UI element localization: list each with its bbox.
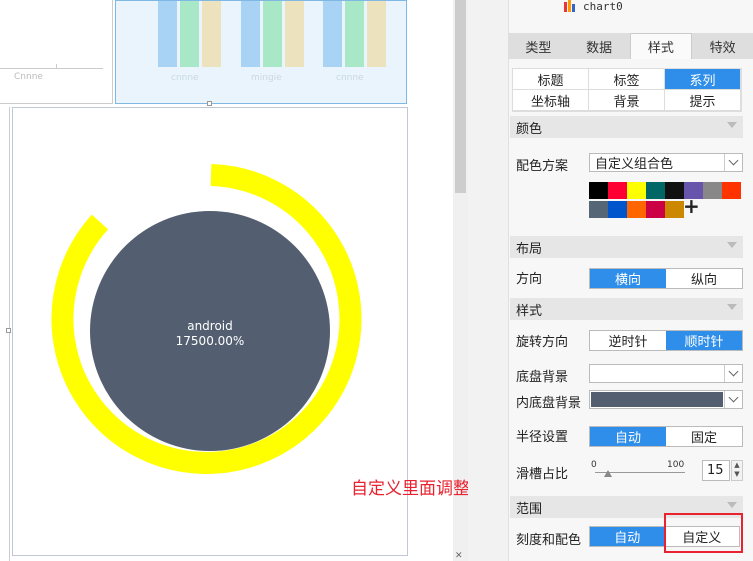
bar-x-label: cnnne: [171, 73, 199, 83]
base-bg-select[interactable]: [589, 364, 743, 383]
gauge-series-name: android: [187, 319, 233, 333]
chevron-down-icon: [727, 122, 737, 128]
left-widget-edge: [0, 107, 10, 561]
radius-fixed-button[interactable]: 固定: [666, 427, 742, 446]
bar: [345, 1, 364, 67]
subtab-series[interactable]: 系列: [665, 69, 741, 90]
scrollbar-thumb[interactable]: [455, 0, 466, 193]
bar-chart-widget[interactable]: cnnne mingie cnnne: [115, 0, 407, 104]
bar: [367, 1, 386, 67]
gauge-label: android 17500.00%: [150, 319, 270, 349]
scroll-arrow-icon[interactable]: ✕: [455, 551, 463, 561]
slider-min-label: 0: [591, 460, 597, 470]
color-swatch[interactable]: [608, 201, 627, 218]
subtab-background[interactable]: 背景: [589, 90, 665, 111]
chevron-down-icon: [724, 391, 742, 408]
color-swatch[interactable]: [665, 201, 684, 218]
chevron-down-icon: [727, 502, 737, 508]
chevron-down-icon: [724, 365, 742, 382]
section-title: 颜色: [516, 121, 543, 137]
tab-type[interactable]: 类型: [508, 33, 569, 59]
inner-bg-color-swatch: [591, 392, 723, 407]
subtab-axis[interactable]: 坐标轴: [513, 90, 589, 111]
bar: [323, 1, 342, 67]
resize-handle[interactable]: [207, 101, 212, 106]
color-swatch[interactable]: [627, 201, 646, 218]
bar: [285, 1, 304, 67]
add-color-icon[interactable]: +: [683, 196, 700, 216]
direction-horizontal-button[interactable]: 横向: [590, 269, 666, 288]
axis-label: Cnnne: [14, 72, 43, 82]
panel-tabs: 类型 数据 样式 特效: [508, 33, 753, 59]
bar: [263, 1, 282, 67]
slider-max-label: 100: [667, 460, 685, 470]
section-layout[interactable]: 布局: [510, 236, 743, 258]
color-swatch[interactable]: [589, 201, 608, 218]
color-swatch[interactable]: [627, 182, 646, 199]
section-style[interactable]: 样式: [510, 298, 743, 320]
chevron-down-icon: [727, 242, 737, 248]
stepper-arrows-icon[interactable]: ▲ ▼: [731, 460, 743, 481]
bar: [158, 1, 177, 67]
annotation-highlight-box: [664, 513, 743, 553]
tab-effects[interactable]: 特效: [692, 33, 753, 59]
section-title: 样式: [516, 303, 543, 319]
subtab-tooltip[interactable]: 提示: [665, 90, 741, 111]
color-swatch[interactable]: [589, 182, 608, 199]
color-swatch[interactable]: [722, 182, 741, 199]
chart-type-icon: [563, 0, 577, 12]
rotation-ccw-button[interactable]: 逆时针: [590, 331, 666, 350]
axis-line: [0, 68, 103, 69]
inner-bg-select[interactable]: [589, 390, 743, 409]
style-subtabs: 标题 标签 系列 坐标轴 背景 提示: [512, 68, 742, 112]
bar: [180, 1, 199, 67]
section-title: 范围: [516, 501, 543, 517]
scale-auto-button[interactable]: 自动: [590, 527, 665, 546]
direction-toggle: 横向 纵向: [589, 268, 743, 289]
chevron-down-icon: [727, 304, 737, 310]
bar-x-label: cnnne: [336, 73, 364, 83]
subtab-label[interactable]: 标签: [589, 69, 665, 90]
radius-label: 半径设置: [516, 430, 569, 445]
bar: [241, 1, 260, 67]
subtab-title[interactable]: 标题: [513, 69, 589, 90]
rotation-toggle: 逆时针 顺时针: [589, 330, 743, 351]
radius-auto-button[interactable]: 自动: [590, 427, 666, 446]
scale-color-label: 刻度和配色: [516, 533, 582, 548]
color-swatch[interactable]: [703, 182, 722, 199]
color-scheme-select[interactable]: 自定义组合色: [589, 153, 743, 172]
tab-style[interactable]: 样式: [629, 33, 693, 59]
rotation-cw-button[interactable]: 顺时针: [666, 331, 742, 350]
color-swatch[interactable]: [608, 182, 627, 199]
color-scheme-label: 配色方案: [516, 159, 569, 174]
section-color[interactable]: 颜色: [510, 116, 743, 138]
color-scheme-value: 自定义组合色: [595, 157, 674, 172]
color-swatch[interactable]: [665, 182, 684, 199]
radius-toggle: 自动 固定: [589, 426, 743, 447]
color-swatch[interactable]: [646, 201, 665, 218]
chevron-down-icon: [724, 154, 742, 171]
groove-value-input[interactable]: 15: [702, 460, 730, 481]
chart-name: chart0: [583, 0, 623, 13]
axis-tick: [56, 64, 57, 69]
gauge-chart-widget[interactable]: android 17500.00%: [12, 107, 408, 556]
chart-widget-topleft[interactable]: Cnnne: [0, 0, 113, 104]
bar-x-label: mingie: [251, 73, 282, 83]
bar: [202, 1, 221, 67]
color-swatch[interactable]: [646, 182, 665, 199]
direction-vertical-button[interactable]: 纵向: [666, 269, 742, 288]
rotation-label: 旋转方向: [516, 335, 569, 350]
groove-label: 滑槽占比: [516, 467, 569, 482]
resize-handle[interactable]: [6, 328, 11, 333]
tab-data[interactable]: 数据: [569, 33, 630, 59]
base-bg-label: 底盘背景: [516, 370, 569, 385]
section-title: 布局: [516, 241, 543, 257]
color-palette: +: [589, 182, 743, 220]
inner-bg-label: 内底盘背景: [516, 396, 582, 411]
groove-slider-thumb[interactable]: [604, 470, 612, 477]
annotation-text: 自定义里面调整: [351, 479, 470, 499]
direction-label: 方向: [516, 272, 543, 287]
gauge-value: 17500.00%: [175, 334, 245, 348]
